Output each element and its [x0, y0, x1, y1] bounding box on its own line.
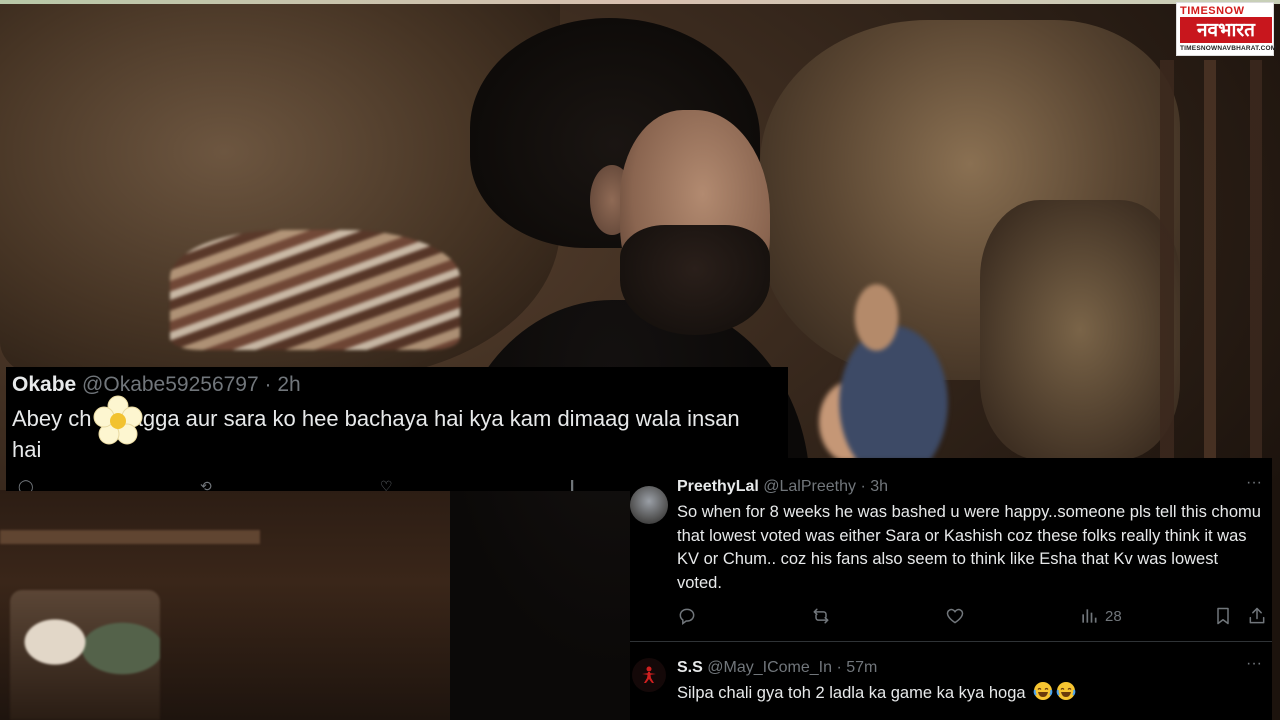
views-button[interactable]: 28: [1079, 604, 1122, 628]
retweet-icon: [813, 608, 829, 624]
background-person: [800, 270, 970, 460]
tweet-header: PreethyLal @LalPreethy · 3h: [677, 477, 888, 497]
tweet-display-name[interactable]: Okabe: [12, 373, 76, 396]
bookmark-button[interactable]: [1213, 604, 1233, 628]
views-count: 28: [1105, 607, 1122, 625]
tweet-display-name[interactable]: PreethyLal: [677, 478, 759, 495]
tweet-time[interactable]: 57m: [846, 659, 877, 676]
retweet-icon[interactable]: ⟲: [200, 480, 212, 491]
retweet-button[interactable]: [811, 604, 831, 628]
logo-brand-top: TIMESNOW: [1180, 5, 1245, 17]
tweet-text: Silpa chali gya toh 2 ladla ka game ka k…: [677, 684, 1026, 702]
avatar[interactable]: [630, 486, 668, 524]
more-options-icon[interactable]: ···: [1246, 655, 1266, 673]
flower-sticker-icon: [93, 395, 143, 445]
avatar[interactable]: [632, 658, 666, 692]
views-icon: [1082, 609, 1097, 623]
reply-icon[interactable]: ◯: [18, 480, 34, 491]
separator-dot: ·: [836, 659, 842, 676]
tweet-actions: 28: [677, 604, 1267, 628]
tweet-thread-panel: PreethyLal @LalPreethy · 3h ··· So when …: [630, 458, 1272, 720]
like-button[interactable]: [945, 604, 965, 628]
reply-button[interactable]: [677, 604, 697, 628]
jars: [10, 590, 160, 720]
tweet-display-name[interactable]: S.S: [677, 659, 703, 676]
tweet-handle[interactable]: @LalPreethy: [763, 478, 856, 495]
bookmark-icon: [1217, 607, 1229, 625]
reply-icon: [679, 608, 695, 625]
logo-brand-url: TIMESNOWNAVBHARAT.COM: [1180, 45, 1277, 52]
logo-brand-main: नवभारत: [1180, 17, 1272, 43]
tweet-text-line: Silpa chali gya toh 2 ladla ka game ka k…: [677, 681, 1267, 705]
separator-dot: ·: [860, 478, 866, 495]
avatar-red-figure-icon: [642, 666, 656, 683]
striped-cushion: [170, 230, 460, 350]
tweet-actions-clipped: ◯ ⟲ ♡ ┃: [12, 480, 612, 491]
tweet-header: S.S @May_ICome_In · 57m: [677, 658, 877, 678]
share-icon: [1249, 607, 1265, 624]
tweet-header: Okabe @Okabe59256797 · 2h: [12, 372, 301, 398]
window-frame: [1160, 60, 1280, 460]
top-accent-strip: [0, 0, 1280, 4]
separator-dot: ·: [264, 373, 272, 396]
views-icon[interactable]: ┃: [568, 480, 576, 491]
laughing-tears-emoji-icon: [1056, 682, 1076, 700]
shelf: [0, 530, 260, 544]
like-icon: [946, 608, 964, 624]
laughing-tears-emoji-icon: [1033, 682, 1053, 700]
like-icon[interactable]: ♡: [380, 480, 393, 491]
tweet-time[interactable]: 3h: [870, 478, 888, 495]
rock-wall: [980, 200, 1180, 460]
tweet-time[interactable]: 2h: [277, 373, 300, 396]
tweet-text: So when for 8 weeks he was bashed u were…: [677, 503, 1261, 592]
tweet-card[interactable]: S.S @May_ICome_In · 57m ··· Silpa chali …: [630, 643, 1272, 720]
more-options-icon[interactable]: ···: [1246, 474, 1266, 492]
tweet-card[interactable]: PreethyLal @LalPreethy · 3h ··· So when …: [630, 458, 1272, 642]
tweet-handle[interactable]: @May_ICome_In: [707, 659, 832, 676]
times-now-navbharat-logo: TIMESNOW नवभारत TIMESNOWNAVBHARAT.COM: [1176, 2, 1277, 56]
share-button[interactable]: [1247, 604, 1267, 628]
